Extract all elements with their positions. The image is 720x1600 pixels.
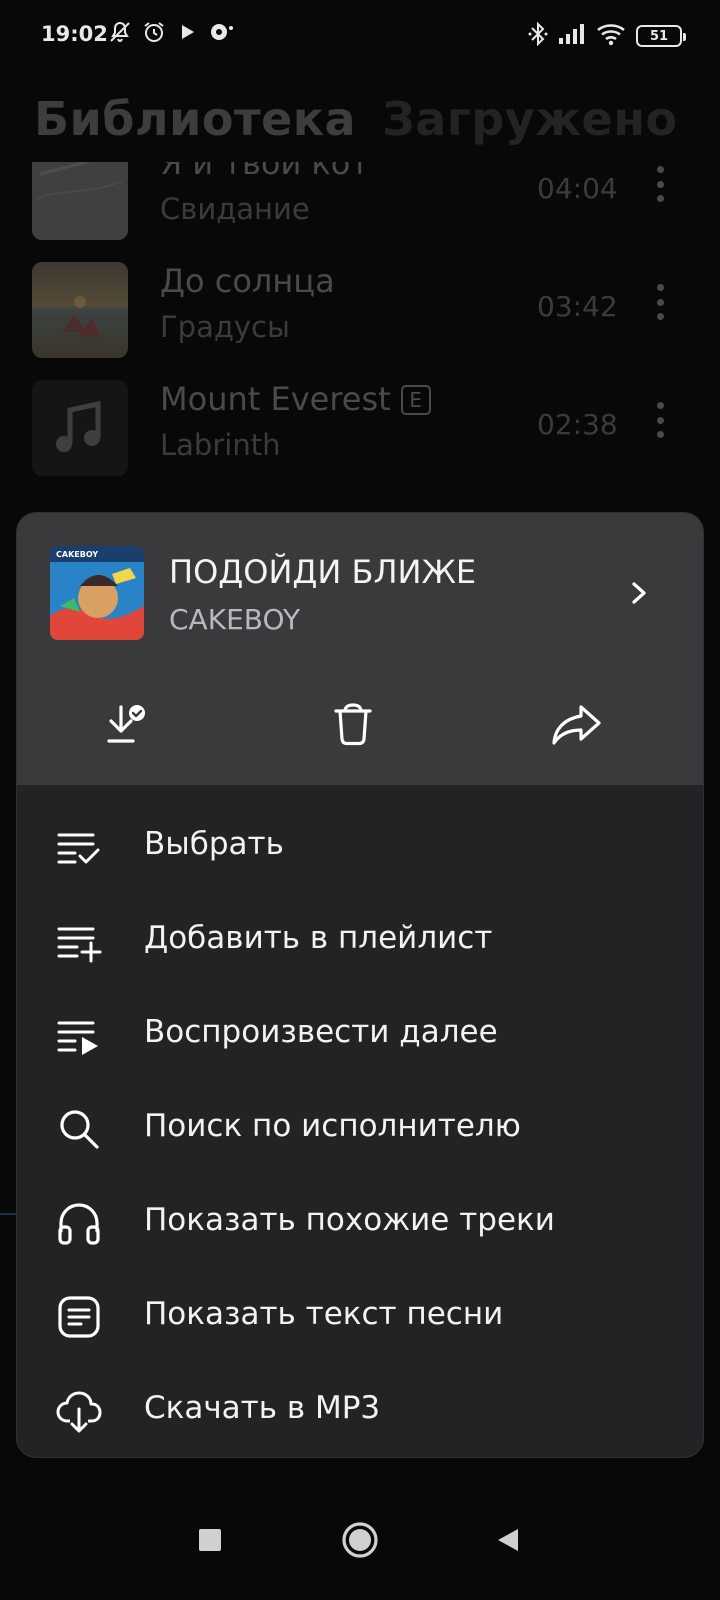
headphones-icon [55, 1199, 103, 1247]
track-cover [32, 380, 128, 476]
track-cover [32, 162, 128, 240]
track-title: До солнца [160, 262, 335, 300]
list-item[interactable]: Я и твой кот Свидание 04:04 [0, 162, 720, 252]
divider [0, 1213, 16, 1215]
track-artist: Свидание [160, 192, 310, 226]
play-icon [176, 21, 198, 47]
track-title: Mount Everest E [160, 380, 431, 418]
menu-item-download-mp3[interactable]: Скачать в MP3 [17, 1363, 703, 1457]
cover-caption: CAKEBOY [56, 550, 98, 559]
add-to-playlist-icon [55, 917, 103, 965]
play-next-icon [55, 1011, 103, 1059]
select-list-icon [55, 823, 103, 871]
music-note-icon [32, 380, 128, 476]
track-cover [32, 262, 128, 358]
menu-item-play-next[interactable]: Воспроизвести далее [17, 987, 703, 1083]
circle-icon [342, 1522, 378, 1558]
track-duration: 04:04 [537, 172, 618, 205]
track-artist: Градусы [160, 310, 290, 344]
album-cover: CAKEBOY [50, 546, 144, 640]
square-icon [199, 1529, 221, 1551]
status-left-icons [108, 20, 234, 48]
search-icon [55, 1105, 103, 1153]
more-options-icon[interactable] [648, 400, 672, 440]
cloud-download-icon [55, 1387, 103, 1435]
track-artist: Labrinth [160, 428, 281, 462]
menu-item-search-artist[interactable]: Поиск по исполнителю [17, 1081, 703, 1177]
menu-label: Добавить в плейлист [144, 920, 493, 956]
track-title: Я и твой кот [160, 162, 369, 182]
alarm-icon [142, 20, 166, 48]
track-list: Я и твой кот Свидание 04:04 До солнца Гр… [0, 162, 720, 572]
wifi-icon [596, 22, 626, 50]
menu-item-add-to-playlist[interactable]: Добавить в плейлист [17, 893, 703, 989]
radio-icon [208, 20, 234, 48]
library-tabs: Библиотека Загружено [34, 92, 678, 146]
chevron-right-icon[interactable] [621, 575, 657, 611]
downloaded-icon[interactable] [99, 695, 159, 755]
battery-indicator: 51 [636, 25, 686, 47]
recents-button[interactable] [180, 1510, 240, 1570]
share-icon[interactable] [547, 695, 607, 755]
signal-icon [558, 23, 586, 49]
menu-label: Выбрать [144, 826, 284, 862]
tab-library[interactable]: Библиотека [34, 92, 356, 146]
status-bar: 19:02 51 [0, 0, 720, 72]
menu-item-lyrics[interactable]: Показать текст песни [17, 1269, 703, 1365]
notifications-muted-icon [108, 20, 132, 48]
menu-label: Воспроизвести далее [144, 1014, 498, 1050]
menu-item-similar-tracks[interactable]: Показать похожие треки [17, 1175, 703, 1271]
track-duration: 02:38 [537, 408, 618, 441]
status-time: 19:02 [41, 22, 108, 46]
sheet-header[interactable]: CAKEBOY ПОДОЙДИ БЛИЖЕ CAKEBOY [17, 513, 703, 785]
sheet-track-title: ПОДОЙДИ БЛИЖЕ [169, 553, 477, 591]
status-right-icons: 51 [528, 21, 686, 51]
menu-label: Поиск по исполнителю [144, 1108, 521, 1144]
lyrics-icon [55, 1293, 103, 1341]
navigation-bar [0, 1480, 720, 1600]
bluetooth-icon [528, 21, 548, 51]
delete-icon[interactable] [323, 695, 383, 755]
menu-label: Показать текст песни [144, 1296, 504, 1332]
home-button[interactable] [330, 1510, 390, 1570]
list-item[interactable]: До солнца Градусы 03:42 [0, 252, 720, 370]
list-item[interactable]: Mount Everest E Labrinth 02:38 [0, 370, 720, 488]
sheet-track-artist: CAKEBOY [169, 603, 301, 636]
menu-item-select[interactable]: Выбрать [17, 799, 703, 895]
back-button[interactable] [478, 1510, 538, 1570]
tab-downloaded[interactable]: Загружено [382, 92, 678, 146]
battery-level: 51 [649, 28, 669, 44]
triangle-back-icon [498, 1529, 518, 1551]
track-duration: 03:42 [537, 290, 618, 323]
track-options-sheet: CAKEBOY ПОДОЙДИ БЛИЖЕ CAKEBOY Выбрать До… [16, 512, 704, 1458]
menu-label: Показать похожие треки [144, 1202, 555, 1238]
more-options-icon[interactable] [648, 164, 672, 204]
explicit-badge: E [400, 385, 431, 415]
menu-label: Скачать в MP3 [144, 1390, 381, 1426]
track-title-text: Mount Everest [160, 380, 391, 418]
more-options-icon[interactable] [648, 282, 672, 322]
